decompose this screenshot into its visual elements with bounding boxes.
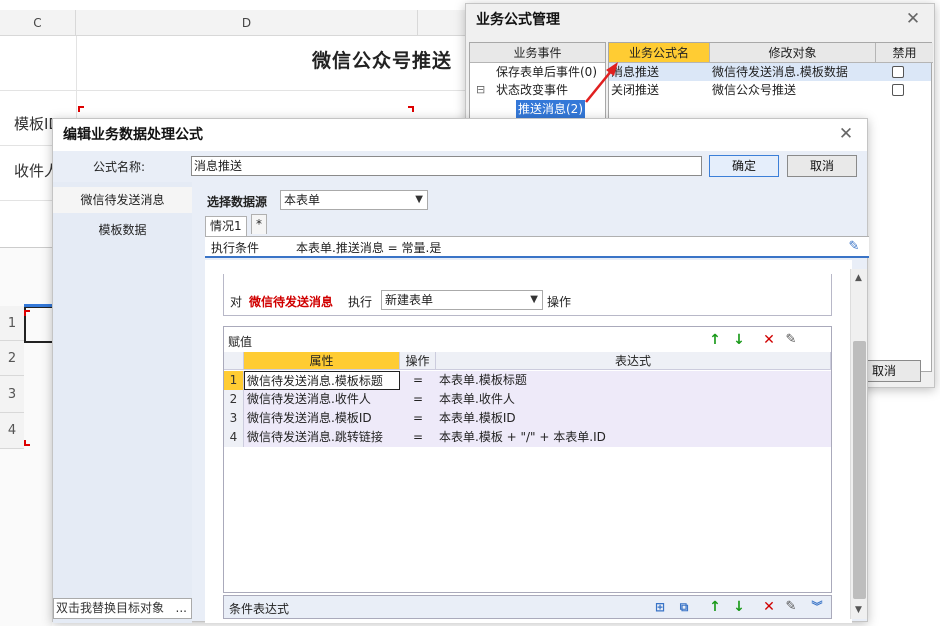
assign-group: 赋值 ↑ ↓ ✕ ✎ 属性 操作 表达式 1 微信待发送消息.模板标题 = 本表… [223, 326, 832, 593]
edit-icon[interactable]: ✎ [846, 239, 862, 255]
table-header-target[interactable]: 修改对象 [710, 43, 876, 63]
cell-expression[interactable]: 本表单.模板ID [436, 409, 831, 428]
edit-icon[interactable]: ✎ [783, 599, 799, 615]
cell-expression[interactable]: 本表单.收件人 [436, 390, 831, 409]
tab-case-1[interactable]: 情况1 [205, 216, 247, 236]
row-number[interactable]: 3 [224, 409, 244, 428]
condition-expression-bar: 条件表达式 ⊞ ⧉ ↑ ↓ ✕ ✎ ︾ [223, 595, 832, 619]
delete-icon[interactable]: ✕ [761, 599, 777, 615]
condition-value[interactable]: 本表单.推送消息 = 常量.是 [296, 239, 441, 256]
data-source-value: 本表单 [284, 193, 321, 207]
header-operator[interactable]: 操作 [400, 352, 436, 370]
tree-item-status-change[interactable]: 状态改变事件 [496, 81, 568, 99]
cell-expression[interactable]: 本表单.模板标题 [436, 371, 831, 390]
formula-target[interactable]: 微信公众号推送 [712, 81, 796, 99]
assign-table: 属性 操作 表达式 1 微信待发送消息.模板标题 = 本表单.模板标题 2 微信… [224, 352, 831, 449]
cell-operator[interactable]: = [400, 428, 436, 447]
red-arrow-annotation [585, 62, 618, 103]
row-number[interactable]: 4 [0, 413, 24, 449]
formula-name-label: 公式名称: [93, 160, 146, 174]
more-icon[interactable]: ... [176, 599, 187, 618]
exec-target: 微信待发送消息 [249, 295, 334, 309]
table-header-disabled[interactable]: 禁用 [876, 43, 933, 63]
replace-target-hint[interactable]: 双击我替换目标对象 ... [53, 598, 192, 619]
target-object-list: 微信待发送消息 模板数据 双击我替换目标对象 ... [53, 182, 192, 623]
cancel-button[interactable]: 取消 [787, 155, 857, 177]
header-expression[interactable]: 表达式 [436, 352, 831, 370]
target-item-wechat-pending[interactable]: 微信待发送消息 [53, 187, 192, 213]
chevron-down-icon: ▼ [530, 294, 538, 305]
close-icon[interactable]: ✕ [835, 123, 857, 145]
exec-label: 执行 [348, 295, 373, 309]
column-header-d[interactable]: D [76, 10, 418, 36]
exec-to-label: 对 [230, 295, 243, 309]
disable-checkbox[interactable] [892, 84, 904, 96]
dialog-title: 编辑业务数据处理公式 [53, 119, 867, 151]
scroll-up-icon[interactable]: ▲ [855, 273, 862, 283]
copy-condition-icon[interactable]: ⧉ [676, 599, 692, 615]
row-number[interactable]: 2 [224, 390, 244, 409]
table-header-name[interactable]: 业务公式名 [609, 43, 710, 63]
vertical-scrollbar[interactable]: ▲ ▼ [850, 269, 867, 619]
formula-name-input[interactable]: 消息推送 [191, 156, 702, 176]
cell-operator[interactable]: = [400, 371, 436, 390]
cell-property[interactable]: 微信待发送消息.模板ID [244, 409, 400, 428]
row-number[interactable]: 1 [224, 371, 244, 390]
scroll-thumb[interactable] [853, 341, 866, 599]
tab-add[interactable]: * [251, 214, 267, 234]
target-item-template-data[interactable]: 模板数据 [53, 217, 192, 243]
expand-icon[interactable]: ︾ [809, 599, 825, 615]
edit-formula-dialog: 编辑业务数据处理公式 ✕ 公式名称: 消息推送 确定 取消 微信待发送消息 模板… [52, 118, 869, 623]
arrow-up-icon[interactable]: ↑ [707, 332, 723, 348]
condition-label: 执行条件 [211, 241, 260, 255]
condition-expression-label: 条件表达式 [229, 602, 290, 616]
cell-expression[interactable]: 本表单.模板 + "/" + 本表单.ID [436, 428, 831, 447]
cell-property[interactable]: 微信待发送消息.收件人 [244, 390, 400, 409]
ok-button[interactable]: 确定 [709, 155, 779, 177]
disable-checkbox[interactable] [892, 66, 904, 78]
arrow-down-icon[interactable]: ↓ [731, 332, 747, 348]
op-label: 操作 [547, 295, 572, 309]
row-number[interactable]: 3 [0, 376, 24, 413]
dialog-title: 业务公式管理 [466, 4, 934, 36]
delete-icon[interactable]: ✕ [761, 332, 777, 348]
cell-operator[interactable]: = [400, 390, 436, 409]
edit-icon[interactable]: ✎ [783, 332, 799, 348]
collapse-icon[interactable]: ⊟ [476, 81, 485, 99]
chevron-down-icon: ▼ [415, 194, 423, 205]
row-number[interactable]: 2 [0, 341, 24, 376]
row-number-header [224, 352, 244, 370]
assign-title: 赋值 [228, 335, 253, 349]
data-source-label: 选择数据源 [207, 195, 268, 209]
replace-target-text: 双击我替换目标对象 [56, 601, 165, 615]
close-icon[interactable]: ✕ [902, 8, 924, 30]
cancel-button[interactable]: 取消 [861, 360, 921, 382]
arrow-up-icon[interactable]: ↑ [707, 599, 723, 615]
action-select[interactable]: 新建表单 ▼ [381, 290, 543, 310]
row-number[interactable]: 1 [0, 306, 24, 341]
selection-bar [24, 304, 52, 307]
formula-target[interactable]: 微信待发送消息.模板数据 [712, 63, 848, 81]
cell-property[interactable]: 微信待发送消息.模板标题 [244, 371, 400, 390]
column-header-e[interactable] [418, 10, 468, 36]
tree-item-push-message[interactable]: 推送消息(2) [516, 100, 585, 118]
data-source-select[interactable]: 本表单 ▼ [280, 190, 428, 210]
scroll-down-icon[interactable]: ▼ [855, 605, 862, 615]
sheet-title: 微信公众号推送 [312, 50, 453, 72]
row-number[interactable]: 4 [224, 428, 244, 447]
arrow-down-icon[interactable]: ↓ [731, 599, 747, 615]
column-header-c[interactable]: C [0, 10, 76, 36]
cell-property[interactable]: 微信待发送消息.跳转链接 [244, 428, 400, 447]
cell-operator[interactable]: = [400, 409, 436, 428]
header-property[interactable]: 属性 [244, 352, 400, 370]
add-condition-icon[interactable]: ⊞ [652, 599, 668, 615]
action-value: 新建表单 [385, 293, 434, 307]
